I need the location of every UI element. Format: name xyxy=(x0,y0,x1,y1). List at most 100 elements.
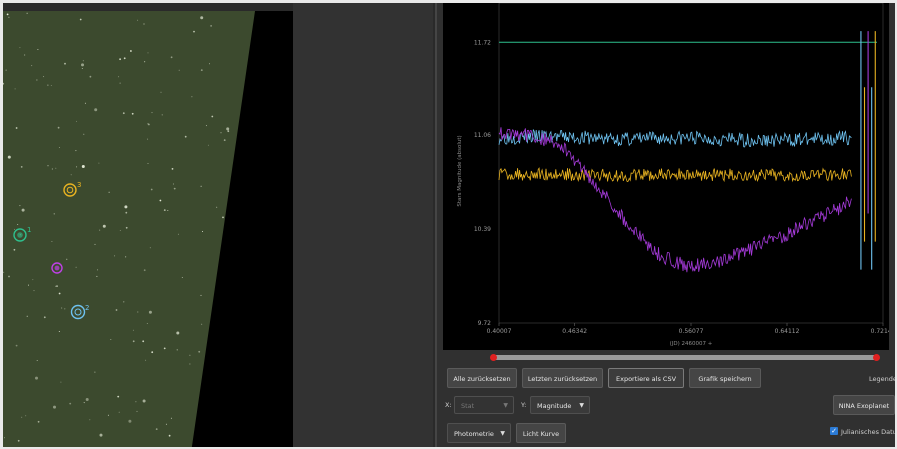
star-image[interactable]: 3 1 2 xyxy=(3,11,293,447)
star-dot xyxy=(58,147,60,148)
star-dot xyxy=(82,60,84,62)
chart-scrollbar[interactable] xyxy=(490,354,880,361)
star-dot xyxy=(89,419,91,421)
star-dot xyxy=(15,127,18,129)
star-dot xyxy=(176,331,180,335)
chevron-down-icon: ▼ xyxy=(579,402,584,409)
star-dot xyxy=(160,91,162,93)
star-dot xyxy=(76,166,78,168)
star-dot xyxy=(143,269,146,272)
star-dot xyxy=(200,16,204,20)
star-dot xyxy=(142,340,145,343)
star-dot xyxy=(210,25,213,27)
star-dot xyxy=(33,290,35,292)
star-dot xyxy=(64,62,66,65)
star-dot xyxy=(24,54,26,56)
star-dot xyxy=(89,75,92,78)
x-tick-label: 0.72147 xyxy=(871,328,889,335)
star-dot xyxy=(159,199,162,202)
export-csv-button[interactable]: Exportiere als CSV xyxy=(608,368,684,388)
x-tick-label: 0.56077 xyxy=(679,328,704,335)
y-axis-select[interactable]: Magnitude ▼ xyxy=(530,396,590,414)
star-dot xyxy=(21,416,23,418)
star-dot xyxy=(163,347,166,350)
star-dot xyxy=(145,359,147,361)
julian-date-checkbox[interactable]: ✓ xyxy=(830,427,838,435)
star-dot xyxy=(85,398,89,401)
star-dot xyxy=(118,76,120,78)
star-dot xyxy=(123,301,125,303)
star-dot xyxy=(191,96,193,98)
star-dot xyxy=(82,166,84,167)
star-dot xyxy=(132,340,135,343)
star-dot xyxy=(107,414,109,416)
star-dot xyxy=(79,18,82,21)
star-dot xyxy=(21,208,25,212)
star-dot xyxy=(147,138,149,140)
star-dot xyxy=(130,50,132,52)
star-dot xyxy=(115,309,118,311)
star-dot xyxy=(220,132,222,134)
star-dot xyxy=(184,135,187,138)
legend-toggle[interactable]: Legende xyxy=(869,375,895,383)
star-dot xyxy=(58,331,60,332)
star-dot xyxy=(200,294,202,296)
star-dot xyxy=(176,349,178,351)
x-axis-select[interactable]: Stat ▼ xyxy=(454,396,514,414)
star-dot xyxy=(110,339,112,340)
star-dot xyxy=(60,381,62,383)
y-axis-select-value: Magnitude xyxy=(537,402,572,410)
star-dot xyxy=(47,84,49,86)
scrollbar-end-handle[interactable] xyxy=(873,354,880,361)
star-dot xyxy=(5,69,7,71)
star-dot xyxy=(37,49,39,50)
star-dot xyxy=(32,279,34,281)
star-dot xyxy=(84,102,86,104)
star-dot xyxy=(15,344,18,347)
star-dot xyxy=(132,329,134,331)
star-dot xyxy=(53,213,55,215)
star-dot xyxy=(17,439,20,442)
light-curve-chart[interactable]: 11.72 11.06 10.39 9.72 0.40007 0.46342 0.5607… xyxy=(443,3,889,350)
star-dot xyxy=(172,183,174,185)
star-dot xyxy=(136,410,138,412)
star-dot xyxy=(189,363,191,365)
star-dot xyxy=(25,415,27,417)
star-dot xyxy=(142,399,146,403)
save-graphic-button[interactable]: Grafik speichern xyxy=(689,368,761,388)
star-dot xyxy=(61,307,63,309)
star-marker-label-2: 2 xyxy=(85,304,89,312)
star-dot xyxy=(189,354,191,356)
star-dot xyxy=(161,114,163,116)
star-dot xyxy=(163,209,166,212)
photometry-select[interactable]: Photometrie ▼ xyxy=(447,423,511,443)
reset-last-button[interactable]: Letzten zurücksetzen xyxy=(522,368,603,388)
star-dot xyxy=(35,376,38,380)
star-dot xyxy=(144,61,146,63)
star-dot xyxy=(149,247,151,249)
reset-all-button[interactable]: Alle zurücksetzen xyxy=(447,368,517,388)
star-dot xyxy=(177,233,179,235)
star-dot xyxy=(125,256,127,258)
star-dot xyxy=(99,229,101,231)
star-dot xyxy=(55,167,57,169)
star-dot xyxy=(122,112,125,115)
star-dot xyxy=(205,125,207,127)
star-dot xyxy=(81,68,83,69)
star-dot xyxy=(151,112,153,114)
star-dot xyxy=(76,120,77,122)
star-marker-label-3: 3 xyxy=(77,181,81,189)
star-dot xyxy=(97,269,99,271)
star-dot xyxy=(125,211,128,214)
star-dot xyxy=(47,165,49,167)
star-dot xyxy=(150,188,153,191)
nina-exoplanet-button[interactable]: NINA Exoplanet xyxy=(833,395,895,415)
star-dot xyxy=(96,275,98,277)
star-dot xyxy=(55,285,57,287)
star-dot xyxy=(94,243,96,245)
star-dot xyxy=(201,323,203,325)
star-dot xyxy=(8,16,10,18)
scrollbar-start-handle[interactable] xyxy=(490,354,497,361)
star-dot xyxy=(36,79,38,81)
light-curve-button[interactable]: Licht Kurve xyxy=(516,423,566,443)
